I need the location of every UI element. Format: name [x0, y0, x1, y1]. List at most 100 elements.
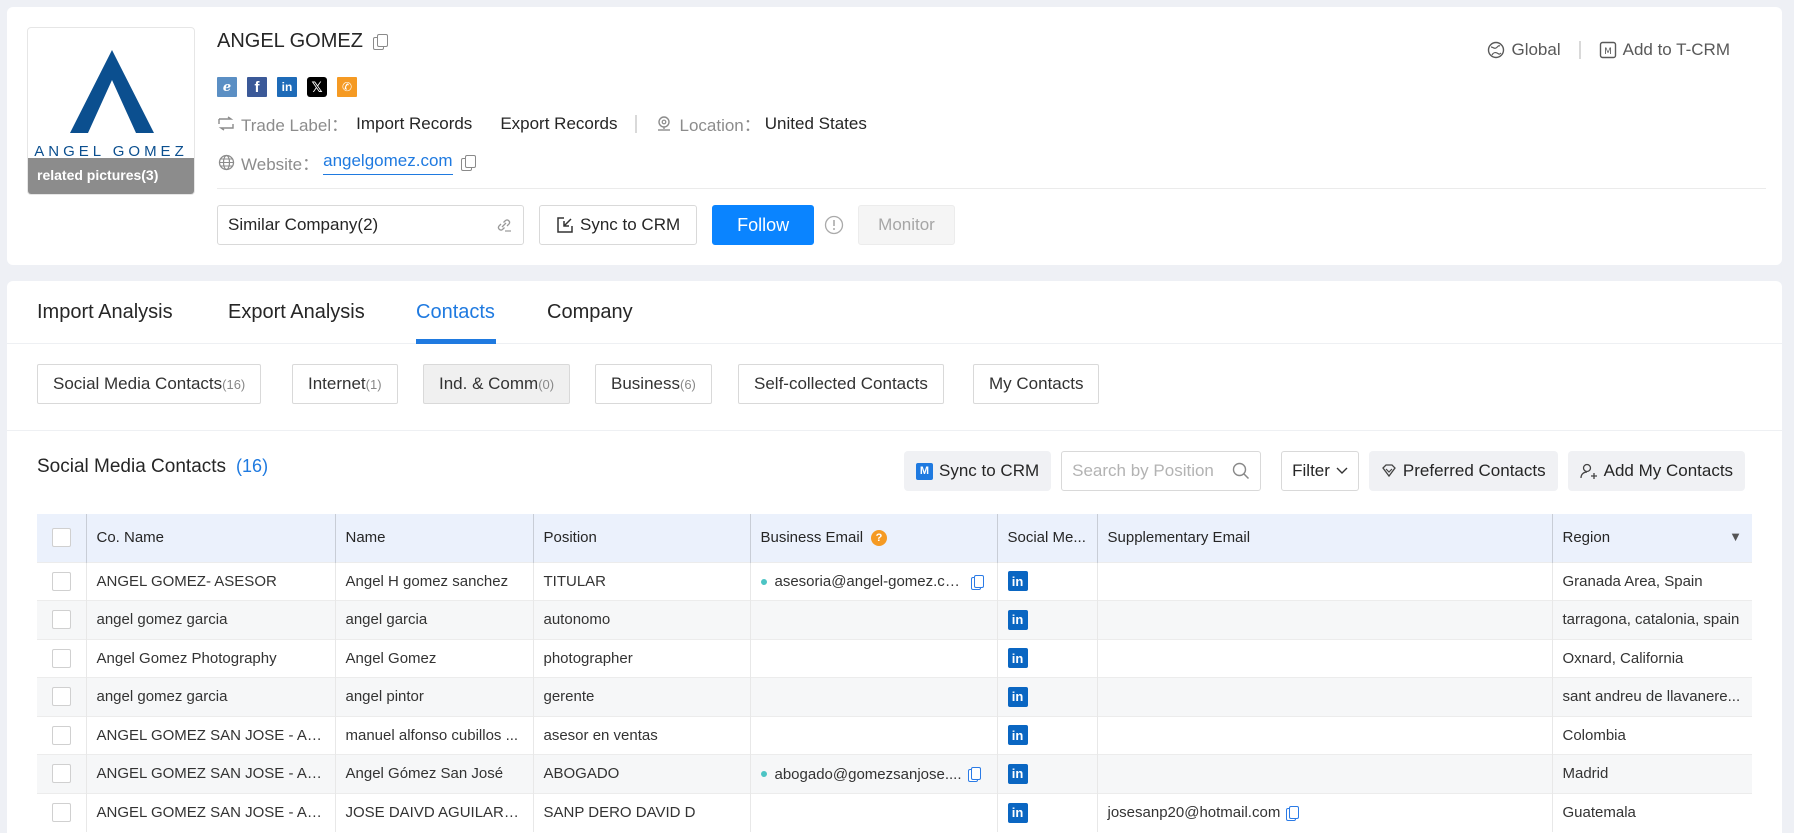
copy-icon[interactable]: [372, 33, 388, 50]
subtab-label: My Contacts: [989, 374, 1084, 393]
col-header-supplementary-email[interactable]: Supplementary Email: [1096, 514, 1552, 562]
table-row[interactable]: ANGEL GOMEZ SAN JOSE - ABO... Angel Gómez…: [37, 754, 1752, 793]
linkedin-icon[interactable]: in: [1007, 571, 1028, 592]
website-link[interactable]: angelgomez.com: [323, 151, 453, 175]
linkedin-icon[interactable]: in: [1007, 609, 1028, 630]
help-icon[interactable]: ?: [871, 530, 888, 547]
table-row[interactable]: angel gomez garcia angel garcia autonomo in…: [37, 600, 1752, 639]
supplementary-email-cell: josesanp20@hotmail.com: [1096, 792, 1552, 832]
company-logo[interactable]: ANGEL GOMEZ related pictures(3): [27, 27, 195, 195]
subtab-label: Business: [611, 374, 680, 393]
subtab-my-contacts[interactable]: My Contacts: [973, 364, 1100, 404]
social-media-cell: in: [996, 600, 1097, 639]
filter-label: Filter: [1292, 461, 1330, 480]
copy-website-icon[interactable]: [460, 154, 476, 171]
copy-email-icon[interactable]: [970, 574, 984, 590]
sync-to-crm-toolbar-button[interactable]: M Sync to CRM: [904, 451, 1052, 491]
company-name: ANGEL GOMEZ: [217, 30, 363, 52]
tab-company[interactable]: Company: [547, 301, 633, 324]
row-select-cell: [37, 600, 86, 639]
add-to-tcrm-button[interactable]: M Add to T-CRM: [1599, 40, 1730, 60]
search-icon[interactable]: [1232, 462, 1250, 480]
linkedin-icon[interactable]: in: [1007, 763, 1028, 784]
main-tabs: Import Analysis Export Analysis Contacts…: [7, 281, 1782, 344]
linkedin-icon[interactable]: in: [1007, 802, 1028, 823]
table-row[interactable]: Angel Gomez Photography Angel Gomez photog…: [37, 638, 1752, 678]
global-button[interactable]: Global: [1487, 40, 1561, 60]
business-email-cell: [749, 677, 997, 716]
row-checkbox[interactable]: [51, 648, 71, 668]
business-email[interactable]: abogado@gomezsanjose....: [775, 766, 962, 783]
copy-email-icon[interactable]: [967, 767, 981, 783]
subtab-social-media-contacts[interactable]: Social Media Contacts (16): [37, 364, 262, 404]
row-checkbox[interactable]: [51, 687, 71, 707]
contact-source-tabs: Social Media Contacts (16) Internet (1) In…: [7, 344, 1782, 431]
table-row[interactable]: angel gomez garcia angel pintor gerente in s…: [37, 677, 1752, 716]
subtab-count: (16): [222, 376, 246, 392]
location-label: Location：: [679, 116, 761, 135]
col-header-position[interactable]: Position: [532, 514, 750, 562]
position-cell: SANP DERO DAVID D: [532, 792, 750, 832]
subtab-self-collected[interactable]: Self-collected Contacts: [738, 364, 944, 404]
info-icon[interactable]: [824, 215, 844, 235]
business-email[interactable]: asesoria@angel-gomez.co...: [775, 573, 965, 590]
company-title-row: ANGEL GOMEZ: [217, 30, 388, 53]
row-checkbox[interactable]: [51, 803, 71, 822]
subtab-count: (6): [679, 376, 696, 392]
tab-import-analysis[interactable]: Import Analysis: [37, 301, 173, 324]
table-row[interactable]: ANGEL GOMEZ- ASESOR Angel H gomez sanchez…: [37, 561, 1752, 601]
ie-icon[interactable]: e: [217, 77, 237, 97]
linkedin-icon[interactable]: in: [1007, 648, 1028, 669]
subtab-label: Social Media Contacts: [53, 374, 223, 393]
col-header-business-email[interactable]: Business Email?: [749, 514, 997, 562]
row-checkbox[interactable]: [51, 610, 71, 630]
social-media-cell: in: [996, 677, 1097, 716]
phone-icon[interactable]: ✆: [337, 77, 357, 97]
business-email-cell: [749, 715, 997, 755]
linkedin-icon[interactable]: in: [277, 77, 297, 97]
social-media-cell: in: [996, 638, 1097, 678]
linkedin-icon[interactable]: in: [1007, 686, 1028, 707]
subtab-ind-comm[interactable]: Ind. & Comm (0): [423, 364, 571, 404]
row-checkbox[interactable]: [51, 725, 71, 745]
contacts-toolbar: M Sync to CRM Filter Preferred Contacts …: [904, 451, 1746, 491]
search-input[interactable]: [1072, 461, 1233, 481]
follow-button[interactable]: Follow: [712, 205, 815, 245]
add-my-contacts-button[interactable]: Add My Contacts: [1567, 451, 1746, 491]
subtab-internet[interactable]: Internet (1): [292, 364, 398, 404]
position-search[interactable]: [1061, 451, 1262, 491]
subtab-count: (0): [538, 376, 555, 392]
table-row[interactable]: ANGEL GOMEZ SAN JOSE - ABO... JOSE DAIVD …: [37, 792, 1752, 832]
linkedin-icon[interactable]: in: [1007, 725, 1028, 746]
similar-company-button[interactable]: Similar Company(2): [217, 205, 524, 245]
trade-import-records[interactable]: Import Records: [356, 114, 472, 134]
select-all-checkbox[interactable]: [51, 528, 71, 548]
table-row[interactable]: ANGEL GOMEZ SAN JOSE - ABO... manuel alfo…: [37, 715, 1752, 755]
monitor-button[interactable]: Monitor: [858, 205, 955, 245]
col-header-co-name[interactable]: Co. Name: [85, 514, 335, 562]
facebook-icon[interactable]: f: [247, 77, 267, 97]
row-checkbox[interactable]: [51, 764, 71, 784]
company-actions: Similar Company(2) Sync to CRM Follow Mo…: [217, 205, 955, 245]
diamond-icon: [1382, 464, 1396, 478]
sync-to-crm-button[interactable]: Sync to CRM: [539, 205, 698, 245]
row-checkbox[interactable]: [51, 571, 71, 591]
social-links: e f in 𝕏 ✆: [217, 77, 357, 97]
col-header-name[interactable]: Name: [334, 514, 533, 562]
preferred-contacts-label: Preferred Contacts: [1402, 461, 1546, 480]
preferred-contacts-button[interactable]: Preferred Contacts: [1368, 451, 1558, 491]
col-header-social-media[interactable]: Social Me...: [996, 514, 1097, 562]
x-icon[interactable]: 𝕏: [307, 77, 327, 97]
subtab-business[interactable]: Business (6): [595, 364, 712, 404]
related-pictures-button[interactable]: related pictures(3): [28, 158, 194, 194]
filter-icon[interactable]: ▼: [1729, 529, 1742, 544]
tab-contacts[interactable]: Contacts: [416, 301, 495, 324]
copy-email-icon[interactable]: [1286, 806, 1300, 822]
trade-export-records[interactable]: Export Records: [500, 114, 617, 134]
divider: [217, 188, 1766, 189]
supplementary-email[interactable]: josesanp20@hotmail.com: [1108, 804, 1281, 821]
tab-export-analysis[interactable]: Export Analysis: [228, 301, 365, 324]
table-header-row: Co. Name Name Position Business Email? S…: [37, 514, 1752, 562]
col-header-region[interactable]: Region ▼: [1551, 514, 1752, 562]
filter-dropdown[interactable]: Filter: [1281, 451, 1359, 491]
